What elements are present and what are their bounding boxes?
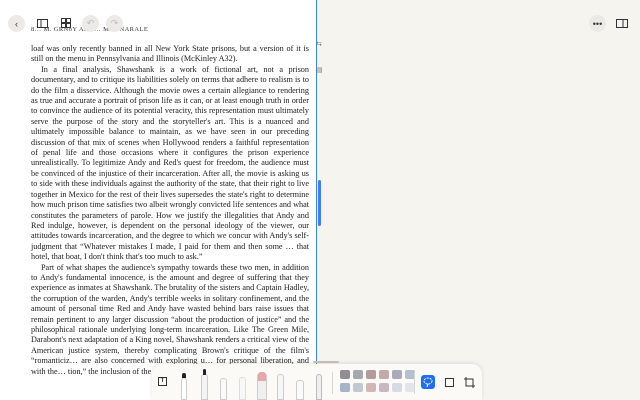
panel-icon bbox=[616, 18, 628, 28]
pen-tip-icon bbox=[182, 373, 186, 378]
grid-button[interactable] bbox=[58, 15, 74, 31]
frame-button[interactable] bbox=[442, 375, 456, 389]
color-swatch[interactable] bbox=[366, 370, 376, 379]
frame-icon bbox=[444, 377, 454, 387]
crop-button[interactable] bbox=[462, 375, 476, 389]
color-swatch[interactable] bbox=[379, 370, 389, 379]
color-swatch[interactable] bbox=[392, 383, 402, 392]
document-page[interactable]: 8… M. GRNoY AND… MAGNARALE loaf was only… bbox=[0, 0, 317, 400]
color-swatch[interactable] bbox=[366, 383, 376, 392]
sidebar-icon bbox=[36, 18, 48, 28]
back-button[interactable]: ‹ bbox=[8, 15, 25, 32]
color-swatch[interactable] bbox=[353, 383, 363, 392]
toolbar-handle[interactable] bbox=[313, 361, 339, 363]
pen-tool[interactable] bbox=[181, 378, 187, 400]
panel-button[interactable] bbox=[614, 15, 630, 31]
ruler-tool[interactable] bbox=[296, 380, 304, 400]
fountain-pen-tip-icon bbox=[203, 369, 206, 375]
lasso-icon bbox=[423, 377, 433, 387]
ellipsis-icon: ••• bbox=[592, 18, 603, 29]
text-tool-button[interactable]: T bbox=[158, 377, 167, 386]
undo-button[interactable]: ↶ bbox=[82, 15, 99, 32]
marker-tool[interactable] bbox=[220, 378, 227, 400]
more-button[interactable]: ••• bbox=[589, 15, 606, 32]
toolbar-divider bbox=[332, 372, 333, 394]
chevron-left-icon: ‹ bbox=[15, 18, 18, 29]
color-swatch[interactable] bbox=[379, 383, 389, 392]
undo-icon: ↶ bbox=[86, 18, 95, 28]
lasso-button[interactable] bbox=[421, 375, 435, 389]
page-swap-mark: ⇆ bbox=[316, 41, 322, 48]
color-swatch[interactable] bbox=[340, 383, 350, 392]
color-swatch[interactable] bbox=[353, 370, 363, 379]
document-body: loaf was only recently banned in all New… bbox=[31, 44, 309, 377]
grid-icon bbox=[61, 18, 71, 28]
crayon-tool[interactable] bbox=[277, 374, 284, 400]
document-paragraph: Part of what shapes the audience's sympa… bbox=[31, 262, 309, 376]
page-layout-mark: ▤ bbox=[316, 67, 323, 74]
pencil-tool[interactable] bbox=[239, 377, 246, 400]
redo-button[interactable]: ↷ bbox=[106, 15, 123, 32]
scroll-thumb[interactable] bbox=[318, 180, 321, 226]
redo-icon: ↷ bbox=[110, 18, 119, 28]
sidebar-button[interactable] bbox=[34, 15, 50, 31]
document-paragraph: In a final analysis, Shawshank is a work… bbox=[31, 64, 309, 262]
fountain-pen-tool[interactable] bbox=[201, 374, 208, 400]
color-swatch[interactable] bbox=[392, 370, 402, 379]
blank-page[interactable] bbox=[318, 0, 640, 400]
eraser-cap-icon bbox=[258, 372, 266, 381]
toolbar-divider bbox=[414, 372, 415, 394]
color-swatch[interactable] bbox=[340, 370, 350, 379]
document-paragraph: loaf was only recently banned in all New… bbox=[31, 44, 309, 64]
crop-icon bbox=[463, 376, 475, 388]
fill-tool[interactable] bbox=[316, 374, 322, 400]
